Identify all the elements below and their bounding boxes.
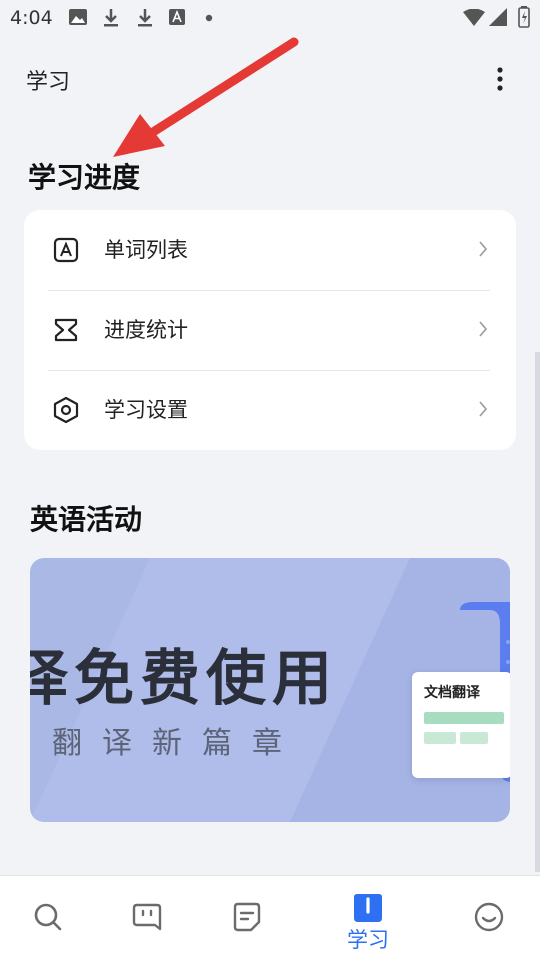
doc-line [424, 712, 504, 724]
image-notification-icon [69, 9, 87, 25]
activity-banner[interactable]: 译免费使用 翻译新篇章 文档翻译 [30, 558, 510, 822]
download-icon [138, 9, 152, 27]
search-icon [34, 903, 62, 931]
chevron-right-icon [479, 241, 488, 257]
progress-stats-label: 进度统计 [104, 318, 188, 342]
cellular-signal-icon [489, 8, 507, 26]
app-bar: 学习 [0, 50, 540, 106]
document-translate-card: 文档翻译 [412, 672, 510, 778]
status-bar: 4:04 [0, 0, 540, 36]
progress-card: 单词列表 进度统计 学习设置 [24, 210, 516, 450]
word-list-item[interactable]: 单词列表 [24, 210, 516, 290]
tab-chat[interactable] [102, 876, 192, 961]
battery-icon [518, 6, 530, 28]
bottom-navigation: 学习 [0, 875, 540, 961]
word-list-label: 单词列表 [104, 238, 188, 262]
progress-section-title: 学习进度 [28, 161, 141, 194]
doc-line [424, 732, 456, 744]
chevron-right-icon [479, 321, 488, 337]
tab-me[interactable] [444, 876, 534, 961]
more-notifications-dot-icon [205, 14, 213, 22]
settings-hexagon-icon [53, 396, 79, 424]
wifi-icon [463, 9, 485, 26]
chevron-right-icon [479, 401, 488, 417]
tab-notes[interactable] [202, 876, 292, 961]
banner-headline: 译免费使用 [30, 644, 338, 714]
banner-subline: 翻译新篇章 [52, 726, 302, 761]
word-list-icon [53, 237, 79, 263]
progress-stats-icon [54, 318, 78, 342]
tab-search[interactable] [3, 876, 93, 961]
chat-face-icon [132, 903, 162, 931]
more-options-icon[interactable] [490, 66, 510, 94]
page-title: 学习 [26, 70, 71, 95]
doc-line [460, 732, 488, 744]
study-settings-item[interactable]: 学习设置 [24, 370, 516, 450]
notes-icon [233, 902, 261, 932]
study-settings-label: 学习设置 [104, 398, 188, 422]
download-icon [104, 9, 118, 27]
smile-icon [474, 902, 504, 932]
document-translate-label: 文档翻译 [424, 685, 480, 701]
translate-app-icon [169, 9, 185, 25]
study-book-icon [354, 894, 382, 922]
activity-section-title: 英语活动 [30, 503, 143, 536]
progress-stats-item[interactable]: 进度统计 [24, 290, 516, 370]
scrollbar[interactable] [535, 352, 540, 872]
status-time: 4:04 [10, 7, 53, 29]
tab-study-label: 学习 [347, 928, 389, 952]
tab-study[interactable]: 学习 [323, 876, 413, 961]
